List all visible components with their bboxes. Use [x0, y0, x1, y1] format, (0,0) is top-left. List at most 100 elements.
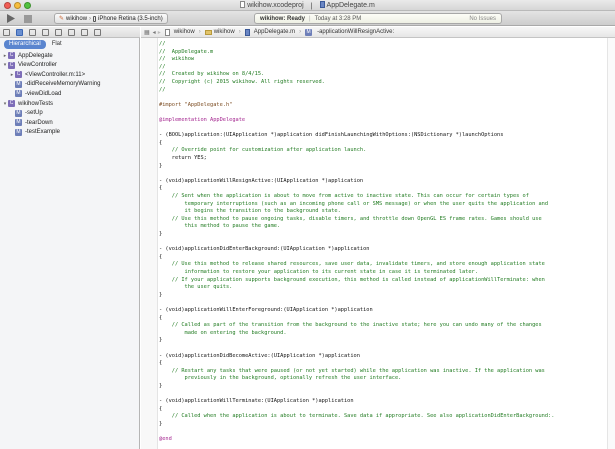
project-navigator-icon[interactable] — [3, 28, 10, 36]
chevron-right-icon: › — [299, 29, 302, 35]
code-line[interactable]: - (void)applicationDidBecomeActive:(UIAp… — [159, 352, 360, 360]
project-file-icon — [240, 1, 246, 8]
symbol-label: wikihowTests — [18, 100, 54, 107]
code-line[interactable]: the user quits. — [159, 283, 233, 291]
code-line[interactable]: this method to pause the game. — [159, 222, 281, 230]
symbol-label: AppDelegate — [18, 52, 53, 59]
forward-arrow-icon[interactable]: ▸ — [158, 29, 161, 36]
breakpoint-navigator-icon[interactable] — [81, 28, 88, 36]
code-line[interactable]: // — [159, 86, 165, 94]
find-navigator-icon[interactable] — [29, 28, 36, 36]
method-icon: M — [15, 119, 22, 127]
window-titlebar: wikihow.xcodeproj | AppDelegate.m — [0, 0, 615, 11]
app-icon: ✎ — [59, 16, 65, 22]
symbol-list-item[interactable]: ▸ C <ViewController.m:11> — [0, 70, 140, 79]
symbol-list-item[interactable]: ▾ CwikihowTests — [0, 99, 140, 108]
run-button[interactable] — [6, 13, 15, 24]
symbol-label: -didReceiveMemoryWarning — [25, 81, 101, 88]
code-line[interactable]: - (void)applicationDidEnterBackground:(U… — [159, 245, 369, 253]
symbol-label: -setUp — [25, 110, 43, 117]
method-icon: M — [15, 128, 22, 136]
toolbar: ✎ wikihow › iPhone Retina (3.5-inch) wik… — [0, 11, 615, 26]
jump-bar-project-label: wikihow — [173, 29, 195, 35]
debug-navigator-icon[interactable] — [68, 28, 75, 36]
class-icon: C — [8, 52, 15, 59]
title-separator: | — [310, 3, 313, 10]
activity-status: wikihow: Ready | Today at 3:28 PM No Iss… — [254, 13, 502, 24]
code-line[interactable]: // Copyright (c) 2015 wikihow. All right… — [159, 78, 325, 86]
device-icon — [93, 15, 97, 22]
class-icon: C — [8, 61, 15, 69]
class-icon: C — [8, 100, 15, 107]
status-issues[interactable]: No Issues — [469, 16, 496, 22]
scheme-selector[interactable]: ✎ wikihow › iPhone Retina (3.5-inch) — [54, 13, 168, 24]
code-line[interactable]: - (void)applicationWillEnterForeground:(… — [159, 306, 373, 314]
code-line[interactable]: - (void)applicationWillResignActive:(UIA… — [159, 177, 363, 185]
symbol-label: ViewController — [18, 62, 57, 69]
segment-flat[interactable]: Flat — [48, 40, 66, 49]
window-title: wikihow.xcodeproj | AppDelegate.m — [0, 1, 615, 10]
folder-icon — [204, 29, 212, 35]
symbol-list-item[interactable]: M -didReceiveMemoryWarning — [0, 80, 140, 89]
status-time: Today at 3:28 PM — [314, 15, 362, 22]
jump-bar-project[interactable]: wikihow — [164, 28, 195, 36]
code-line[interactable]: - (void)applicationWillTerminate:(UIAppl… — [159, 397, 354, 405]
jump-bar-file-label: AppDelegate.m — [253, 29, 296, 35]
file-tab-label[interactable]: AppDelegate.m — [327, 2, 375, 9]
project-tab-label[interactable]: wikihow.xcodeproj — [247, 2, 303, 9]
chevron-right-icon: › — [238, 29, 241, 35]
code-line[interactable]: // Called when the application is about … — [159, 412, 555, 420]
symbol-list-item[interactable]: M -testExample — [0, 128, 140, 137]
segment-hierarchical[interactable]: Hierarchical — [4, 40, 46, 49]
chevron-right-icon: › — [89, 15, 92, 22]
method-icon: M — [15, 109, 22, 117]
editor-scrollbar[interactable] — [607, 38, 615, 449]
code-line[interactable]: return YES; — [159, 154, 207, 162]
line-gutter[interactable] — [141, 38, 158, 449]
play-icon — [7, 14, 15, 23]
jump-bar-file[interactable]: AppDelegate.m — [244, 28, 296, 36]
code-line[interactable]: } — [159, 291, 162, 299]
symbol-list-item[interactable]: M -setUp — [0, 109, 140, 118]
method-icon: M — [15, 80, 22, 88]
code-line[interactable]: made on entering the background. — [159, 329, 287, 337]
symbol-label: -testExample — [25, 129, 61, 136]
symbol-label: <ViewController.m:11> — [25, 71, 86, 78]
class-icon: C — [15, 71, 22, 79]
symbol-list-item[interactable]: ▸ C AppDelegate — [0, 51, 140, 60]
navigator-selector-bar — [0, 27, 140, 38]
code-line[interactable]: @implementation AppDelegate — [159, 116, 245, 124]
code-line[interactable]: @end — [159, 435, 172, 443]
stop-icon — [24, 14, 32, 23]
code-line[interactable]: } — [159, 230, 162, 238]
code-line[interactable]: } — [159, 162, 162, 170]
report-navigator-icon[interactable] — [94, 28, 101, 36]
code-line[interactable]: previously in the background, optionally… — [159, 374, 402, 382]
issue-navigator-icon[interactable] — [42, 28, 49, 36]
source-file-icon — [319, 1, 325, 8]
symbol-list-item[interactable]: ▾ C ViewController — [0, 61, 140, 70]
project-icon — [164, 28, 170, 36]
back-arrow-icon[interactable]: ◂ — [153, 29, 156, 36]
scheme-target: wikihow — [66, 15, 88, 22]
jump-bar-group[interactable]: wikihow — [204, 29, 235, 35]
code-line[interactable]: } — [159, 336, 162, 344]
code-line[interactable]: } — [159, 382, 162, 390]
symbol-list-item[interactable]: M -viewDidLoad — [0, 89, 140, 98]
source-editor[interactable]: //// AppDelegate.m// wikihow//// Created… — [141, 38, 615, 449]
status-ready: wikihow: Ready — [260, 15, 306, 22]
symbol-label: -viewDidLoad — [25, 90, 62, 97]
jump-bar-symbol-label: -applicationWillResignActive: — [317, 29, 395, 35]
jump-bar-group-label: wikihow — [213, 29, 235, 35]
symbol-navigator-icon[interactable] — [16, 28, 23, 36]
grid-icon[interactable]: ▦ — [144, 29, 150, 36]
stop-button[interactable] — [24, 13, 32, 24]
jump-bar-symbol[interactable]: M -applicationWillResignActive: — [305, 28, 395, 36]
code-line[interactable]: - (BOOL)application:(UIApplication *)app… — [159, 131, 503, 139]
symbol-navigator: Hierarchical Flat ▸ C AppDelegate ▾ C ViewCon… — [0, 27, 140, 449]
code-line[interactable]: #import "AppDelegate.h" — [159, 101, 232, 109]
code-line[interactable]: } — [159, 420, 162, 428]
navigator-segmented-control: Hierarchical Flat — [4, 40, 66, 49]
symbol-list-item[interactable]: M -tearDown — [0, 118, 140, 127]
test-navigator-icon[interactable] — [55, 28, 62, 36]
